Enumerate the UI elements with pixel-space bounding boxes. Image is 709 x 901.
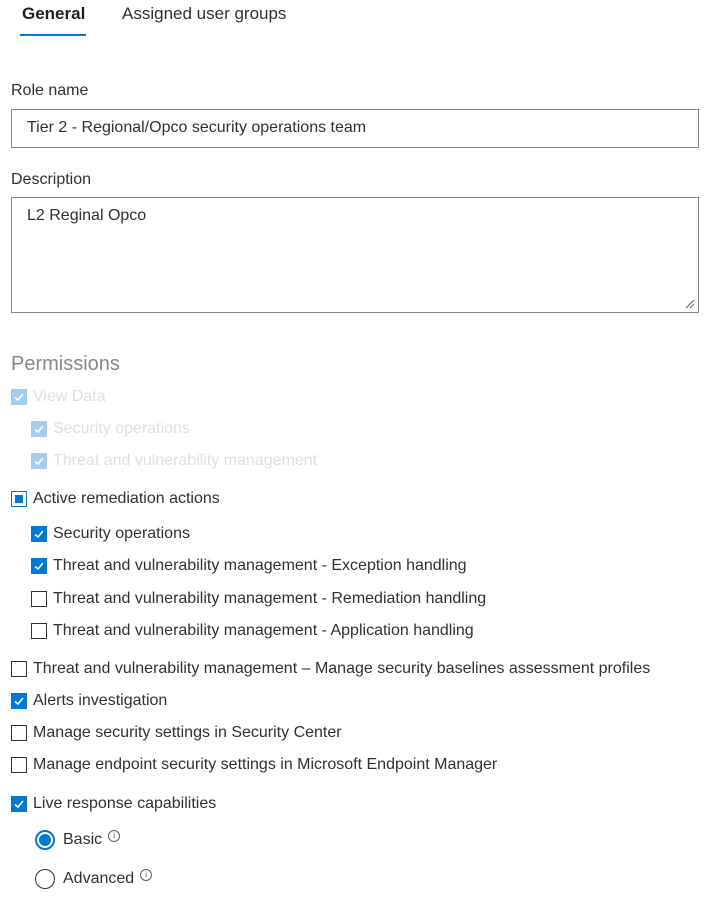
alerts-investigation-checkbox[interactable]: Alerts investigation — [11, 692, 167, 710]
unchecked-box-icon — [11, 661, 27, 677]
checkmark-icon — [31, 526, 47, 542]
checkmark-icon — [31, 453, 47, 469]
radio-basic-label: Basic — [63, 831, 103, 848]
ar-tvm-remediation-checkbox[interactable]: Threat and vulnerability management - Re… — [31, 590, 486, 608]
unchecked-box-icon — [11, 725, 27, 741]
live-response-checkbox[interactable]: Live response capabilities — [11, 795, 216, 813]
role-name-input[interactable]: Tier 2 - Regional/Opco security operatio… — [11, 109, 699, 148]
endpoint-settings-checkbox[interactable]: Manage endpoint security settings in Mic… — [11, 756, 497, 774]
checkmark-icon — [31, 558, 47, 574]
role-name-label: Role name — [11, 82, 89, 99]
ar-tvm-exception-label: Threat and vulnerability management - Ex… — [53, 557, 467, 574]
endpoint-settings-label: Manage endpoint security settings in Mic… — [33, 756, 498, 773]
security-settings-label: Manage security settings in Security Cen… — [33, 724, 342, 741]
checkmark-icon — [11, 693, 27, 709]
description-textarea[interactable]: L2 Reginal Opco — [11, 197, 699, 313]
radio-advanced-label: Advanced — [63, 870, 135, 887]
ar-tvm-application-checkbox[interactable]: Threat and vulnerability management - Ap… — [31, 622, 474, 640]
checkmark-icon — [31, 421, 47, 437]
live-response-label: Live response capabilities — [33, 795, 217, 812]
radio-basic[interactable]: Basic i — [35, 830, 121, 850]
radio-selected-icon — [35, 830, 55, 850]
ar-tvm-application-label: Threat and vulnerability management - Ap… — [53, 622, 474, 639]
indeterminate-icon — [11, 491, 27, 507]
info-icon[interactable]: i — [108, 830, 121, 842]
tvm-baselines-checkbox[interactable]: Threat and vulnerability management – Ma… — [11, 660, 650, 678]
radio-unselected-icon — [35, 869, 55, 889]
tab-general[interactable]: General — [22, 4, 85, 24]
tvm-baselines-label: Threat and vulnerability management – Ma… — [33, 660, 651, 677]
active-remediation-checkbox[interactable]: Active remediation actions — [11, 490, 220, 508]
ar-tvm-remediation-label: Threat and vulnerability management - Re… — [53, 590, 487, 607]
unchecked-box-icon — [31, 591, 47, 607]
radio-advanced[interactable]: Advanced i — [35, 869, 153, 889]
checkmark-icon — [11, 389, 27, 405]
alerts-investigation-label: Alerts investigation — [33, 692, 168, 709]
view-data-checkbox: View Data — [11, 388, 106, 406]
view-data-security-operations-label: Security operations — [53, 420, 190, 437]
tab-assigned-user-groups[interactable]: Assigned user groups — [122, 4, 286, 24]
security-settings-checkbox[interactable]: Manage security settings in Security Cen… — [11, 724, 342, 742]
ar-tvm-exception-checkbox[interactable]: Threat and vulnerability management - Ex… — [31, 557, 467, 575]
view-data-tvm-checkbox: Threat and vulnerability management — [31, 452, 317, 470]
role-name-value: Tier 2 - Regional/Opco security operatio… — [27, 119, 367, 136]
ar-security-operations-label: Security operations — [53, 525, 190, 542]
active-remediation-label: Active remediation actions — [33, 490, 220, 507]
unchecked-box-icon — [31, 623, 47, 639]
ar-security-operations-checkbox[interactable]: Security operations — [31, 525, 190, 543]
checkmark-icon — [11, 796, 27, 812]
permissions-heading: Permissions — [11, 353, 120, 375]
view-data-tvm-label: Threat and vulnerability management — [53, 452, 318, 469]
description-value: L2 Reginal Opco — [27, 207, 147, 224]
unchecked-box-icon — [11, 757, 27, 773]
active-tab-indicator — [20, 34, 86, 36]
info-icon[interactable]: i — [140, 869, 153, 881]
view-data-label: View Data — [33, 388, 106, 405]
resize-grip-icon[interactable] — [685, 299, 695, 309]
description-label: Description — [11, 171, 92, 188]
view-data-security-operations-checkbox: Security operations — [31, 420, 190, 438]
